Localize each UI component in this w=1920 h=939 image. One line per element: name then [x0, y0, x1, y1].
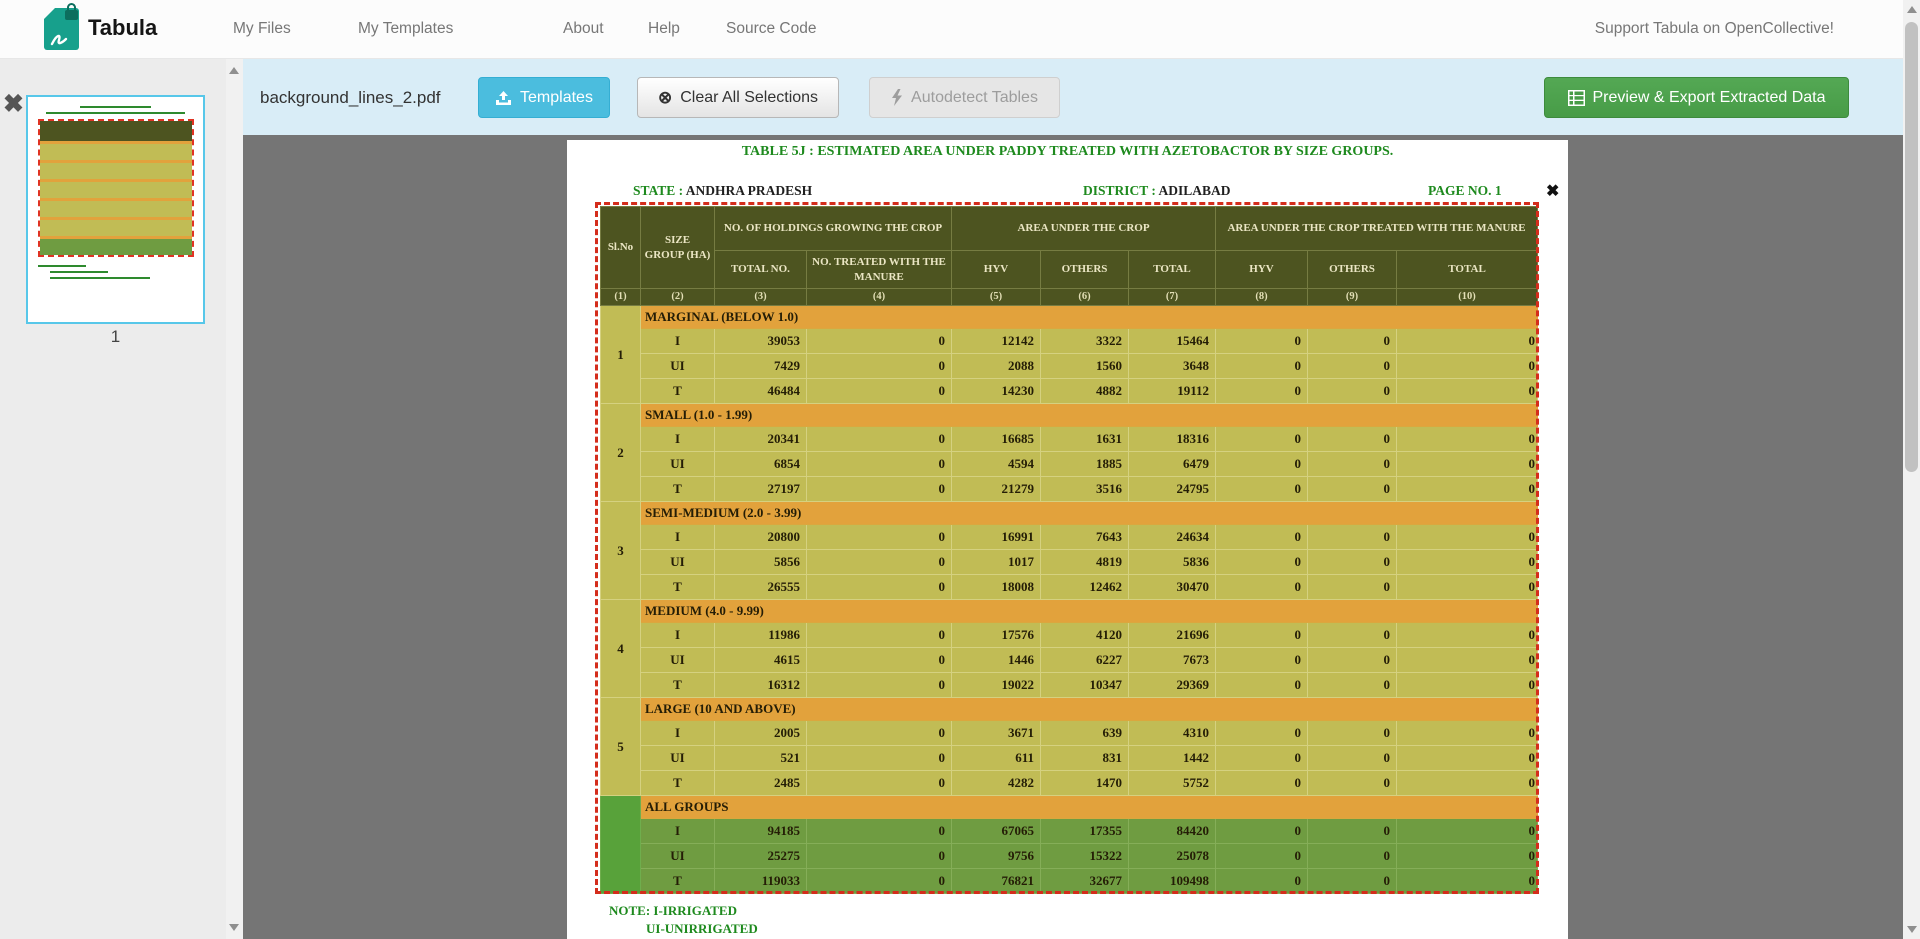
document-title: TABLE 5J : ESTIMATED AREA UNDER PADDY TR… [567, 144, 1568, 160]
brand-title[interactable]: Tabula [88, 15, 157, 41]
note-line-1: NOTE: I-IRRIGATED [609, 903, 737, 919]
thumb-note-line [50, 271, 108, 273]
clear-all-selections-button[interactable]: ⊗ Clear All Selections [637, 77, 839, 118]
sidebar-scrollbar[interactable] [226, 59, 243, 939]
window-scrollbar[interactable] [1903, 0, 1920, 939]
note-line-2: UI-UNIRRIGATED [646, 921, 758, 937]
page-fold-icon [44, 8, 55, 19]
table-grid-icon [1568, 90, 1585, 106]
autodetect-tables-button[interactable]: Autodetect Tables [869, 77, 1060, 118]
scroll-up-icon[interactable] [229, 67, 239, 74]
clear-label: Clear All Selections [680, 89, 818, 107]
page-no-label: PAGE NO. 1 [1428, 183, 1502, 199]
support-link[interactable]: Support Tabula on OpenCollective! [1595, 20, 1834, 38]
autodetect-label: Autodetect Tables [911, 89, 1038, 107]
scroll-down-icon[interactable] [229, 924, 239, 931]
template-upload-icon [495, 90, 512, 106]
scroll-down-icon[interactable] [1907, 926, 1917, 933]
scroll-up-icon[interactable] [1907, 6, 1917, 13]
nav-source-code[interactable]: Source Code [726, 20, 816, 38]
remove-page-icon[interactable]: ✖ [3, 92, 24, 117]
scrollbar-thumb[interactable] [1905, 22, 1918, 472]
thumb-subtitle-line [46, 112, 185, 114]
lightning-icon [891, 89, 903, 106]
page-thumbnail[interactable] [26, 95, 205, 324]
filename-label: background_lines_2.pdf [260, 88, 441, 108]
templates-button[interactable]: Templates [478, 77, 610, 118]
preview-label: Preview & Export Extracted Data [1593, 89, 1826, 107]
preview-export-button[interactable]: Preview & Export Extracted Data [1544, 77, 1849, 118]
page-number-label[interactable]: 1 [26, 327, 205, 347]
thumbnail-table [38, 119, 194, 257]
pdf-swirl-icon [48, 26, 70, 48]
thumb-note-line [38, 265, 86, 267]
nav-my-files[interactable]: My Files [233, 20, 291, 38]
thumb-title-line [80, 106, 151, 108]
nav-my-templates[interactable]: My Templates [358, 20, 453, 38]
tabula-logo-icon[interactable] [44, 8, 79, 50]
templates-label: Templates [520, 89, 593, 107]
delete-selection-icon[interactable]: ✖ [1546, 181, 1559, 201]
navbar: Tabula My Files My Templates About Help … [0, 0, 1920, 59]
nav-help[interactable]: Help [648, 20, 680, 38]
nav-about[interactable]: About [563, 20, 604, 38]
district-line: DISTRICT : ADILABAD [1083, 183, 1231, 199]
state-line: STATE : ANDHRA PRADESH [633, 183, 812, 199]
thumb-note-line [50, 277, 150, 279]
remove-circle-icon: ⊗ [658, 89, 672, 106]
table-selection-box[interactable] [595, 202, 1539, 894]
